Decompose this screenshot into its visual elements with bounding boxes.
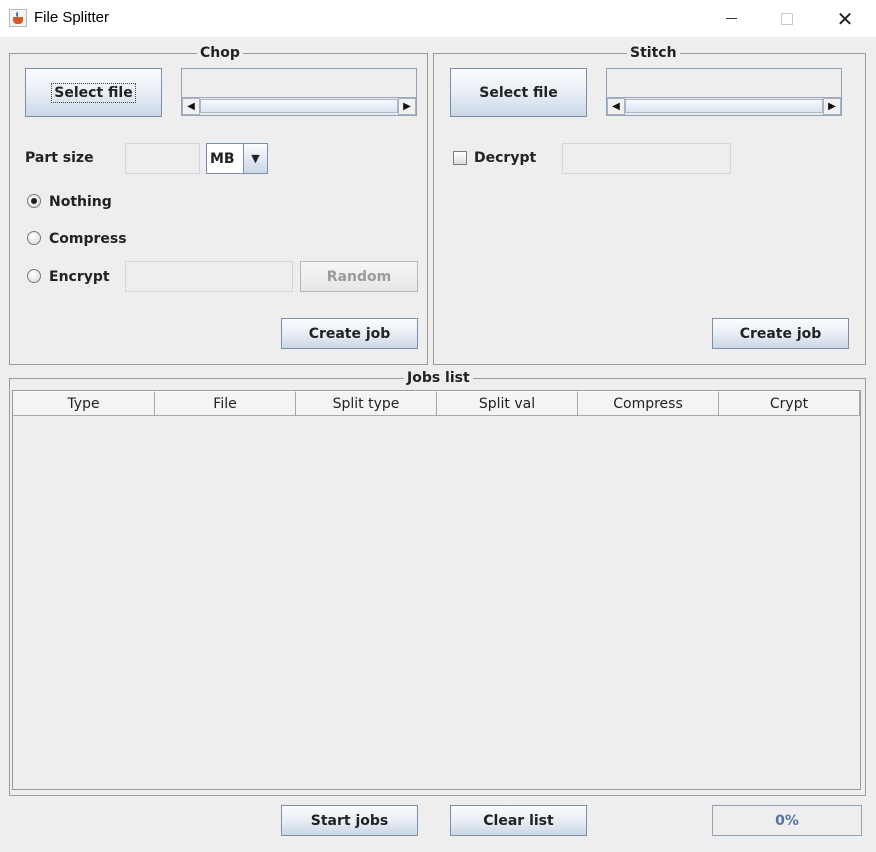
chop-select-file-button[interactable]: Select file — [25, 68, 162, 117]
scroll-right-icon[interactable]: ▶ — [823, 98, 841, 115]
nothing-label[interactable]: Nothing — [49, 194, 112, 210]
compress-label[interactable]: Compress — [49, 231, 127, 247]
part-size-input[interactable] — [125, 143, 200, 174]
stitch-select-file-button[interactable]: Select file — [450, 68, 587, 117]
stitch-create-job-button[interactable]: Create job — [712, 318, 849, 349]
progress-text: 0% — [775, 812, 799, 829]
scroll-thumb[interactable] — [200, 99, 398, 113]
minimize-button[interactable] — [708, 0, 754, 37]
chop-file-path-box[interactable]: ◀ ▶ — [181, 68, 417, 116]
unit-selected: MB — [207, 144, 244, 173]
unit-select[interactable]: MB ▼ — [206, 143, 268, 174]
progress-bar: 0% — [712, 805, 862, 836]
part-size-label: Part size — [25, 150, 94, 166]
encrypt-radio[interactable] — [27, 269, 41, 283]
window-title: File Splitter — [34, 9, 110, 26]
decrypt-label[interactable]: Decrypt — [474, 150, 536, 166]
chop-select-file-label: Select file — [51, 82, 136, 103]
column-header-file[interactable]: File — [155, 391, 296, 416]
maximize-icon — [781, 12, 793, 25]
jobs-table[interactable]: Type File Split type Split val Compress … — [12, 390, 861, 790]
encrypt-label[interactable]: Encrypt — [49, 269, 110, 285]
scroll-left-icon[interactable]: ◀ — [182, 98, 200, 115]
scroll-left-icon[interactable]: ◀ — [607, 98, 625, 115]
stitch-file-path-scrollbar[interactable]: ◀ ▶ — [607, 97, 841, 115]
column-header-split-type[interactable]: Split type — [296, 391, 437, 416]
decrypt-checkbox[interactable] — [453, 151, 467, 165]
stitch-legend: Stitch — [627, 45, 680, 61]
clear-list-button[interactable]: Clear list — [450, 805, 587, 836]
title-bar: File Splitter ✕ — [0, 0, 876, 37]
chop-file-path-scrollbar[interactable]: ◀ ▶ — [182, 97, 416, 115]
decrypt-key-input[interactable] — [562, 143, 731, 174]
column-header-type[interactable]: Type — [13, 391, 155, 416]
chop-legend: Chop — [197, 45, 243, 61]
close-icon: ✕ — [836, 6, 854, 31]
scroll-right-icon[interactable]: ▶ — [398, 98, 416, 115]
jobs-table-header: Type File Split type Split val Compress … — [13, 391, 860, 416]
compress-radio[interactable] — [27, 231, 41, 245]
chevron-down-icon[interactable]: ▼ — [244, 144, 267, 173]
start-jobs-button[interactable]: Start jobs — [281, 805, 418, 836]
random-button[interactable]: Random — [300, 261, 418, 292]
stitch-file-path-box[interactable]: ◀ ▶ — [606, 68, 842, 116]
column-header-split-val[interactable]: Split val — [437, 391, 578, 416]
java-cup-icon — [9, 9, 27, 27]
column-header-compress[interactable]: Compress — [578, 391, 719, 416]
column-header-crypt[interactable]: Crypt — [719, 391, 860, 416]
chop-create-job-button[interactable]: Create job — [281, 318, 418, 349]
maximize-button[interactable] — [764, 0, 810, 37]
nothing-radio[interactable] — [27, 194, 41, 208]
close-button[interactable]: ✕ — [822, 0, 868, 37]
minimize-icon — [725, 18, 737, 19]
encrypt-key-input[interactable] — [125, 261, 293, 292]
scroll-thumb[interactable] — [625, 99, 823, 113]
jobs-legend: Jobs list — [404, 370, 473, 386]
